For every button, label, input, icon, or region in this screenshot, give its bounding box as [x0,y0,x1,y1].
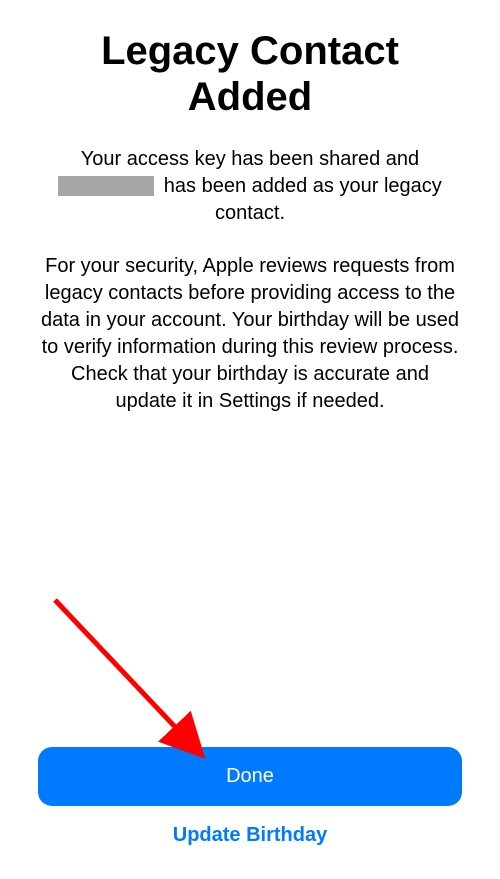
done-button[interactable]: Done [38,747,462,806]
confirmation-text: Your access key has been shared and has … [38,146,462,227]
security-info-text: For your security, Apple reviews request… [38,253,462,415]
update-birthday-button[interactable]: Update Birthday [38,806,462,851]
redacted-name [58,176,154,196]
page-title: Legacy Contact Added [38,28,462,120]
confirmation-text-part2: has been added as your legacy contact. [158,175,442,224]
confirmation-text-part1: Your access key has been shared and [81,148,419,170]
